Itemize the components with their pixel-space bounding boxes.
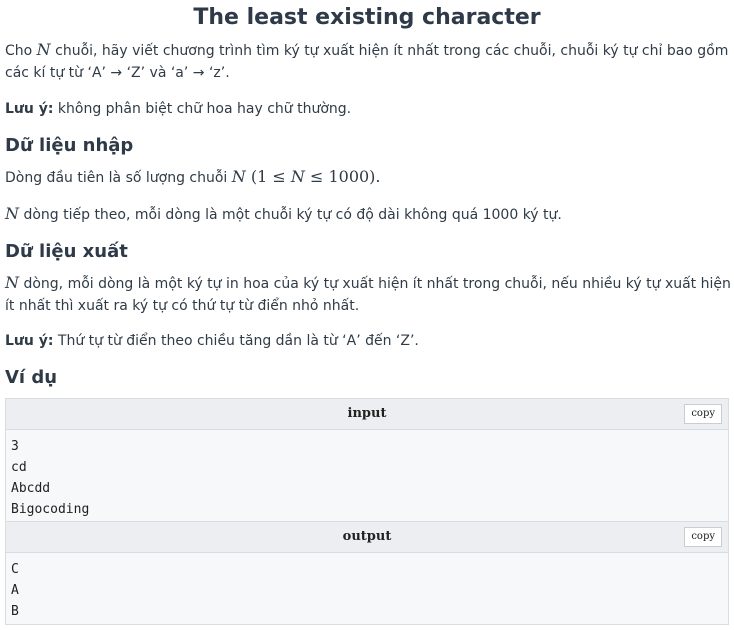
input-desc-line2: N dòng tiếp theo, mỗi dòng là một chuỗi …	[5, 203, 731, 226]
input-heading: Dữ liệu nhập	[5, 135, 134, 156]
intro-note: Lưu ý: không phân biệt chữ hoa hay chữ t…	[5, 98, 731, 120]
example-heading: Ví dụ	[5, 367, 58, 388]
page-title: The least existing character	[193, 5, 541, 30]
math-var-n: N	[5, 273, 19, 292]
output-heading: Dữ liệu xuất	[5, 241, 128, 262]
note-text: không phân biệt chữ hoa hay chữ thường.	[53, 101, 352, 117]
input-line: cd	[11, 460, 27, 475]
input-line: Abcdd	[11, 481, 51, 496]
input-desc-line1: Dòng đầu tiên là số lượng chuỗi N (1 ≤ N…	[5, 166, 731, 189]
math-constraint-close: ≤ 1000).	[304, 167, 381, 186]
input-line: 3	[11, 439, 19, 454]
input-line1-text: Dòng đầu tiên là số lượng chuỗi	[5, 170, 232, 186]
intro-text-a: Cho	[5, 43, 37, 59]
example-input-header: input copy	[6, 399, 728, 430]
problem-page: The least existing character Cho N chuỗi…	[0, 0, 734, 630]
output-label: output	[342, 529, 392, 544]
input-line: Bigocoding	[11, 502, 90, 517]
example-output-header: output copy	[6, 522, 728, 553]
math-var-n: N	[36, 40, 51, 59]
output-line1-text: dòng, mỗi dòng là một ký tự in hoa của k…	[5, 276, 731, 314]
example-input-content: 3 cd Abcdd Bigocoding	[6, 430, 728, 520]
output-line: B	[11, 604, 19, 619]
note-text: Thứ tự từ điển theo chiều tăng dần là từ…	[53, 333, 419, 349]
note-label: Lưu ý:	[5, 101, 54, 117]
intro-text-b: chuỗi, hãy viết chương trình tìm ký tự x…	[5, 43, 729, 81]
example-output-box: output copy C A B	[5, 521, 729, 625]
math-var-n: N	[290, 167, 305, 186]
input-line2-text: dòng tiếp theo, mỗi dòng là một chuỗi ký…	[19, 207, 562, 223]
example-input-box: input copy 3 cd Abcdd Bigocoding	[5, 398, 729, 523]
math-var-n: N	[5, 204, 19, 223]
note-label: Lưu ý:	[5, 333, 54, 349]
output-note: Lưu ý: Thứ tự từ điển theo chiều tăng dầ…	[5, 330, 731, 352]
math-constraint-open: (1 ≤	[245, 167, 291, 186]
math-var-n: N	[231, 167, 246, 186]
intro-paragraph: Cho N chuỗi, hãy viết chương trình tìm k…	[5, 39, 731, 84]
output-line: A	[11, 583, 19, 598]
copy-output-button[interactable]: copy	[684, 527, 722, 547]
example-output-content: C A B	[6, 553, 728, 622]
output-line: C	[11, 562, 19, 577]
copy-input-button[interactable]: copy	[684, 404, 722, 424]
output-desc-line1: N dòng, mỗi dòng là một ký tự in hoa của…	[5, 272, 731, 317]
input-label: input	[347, 406, 387, 421]
